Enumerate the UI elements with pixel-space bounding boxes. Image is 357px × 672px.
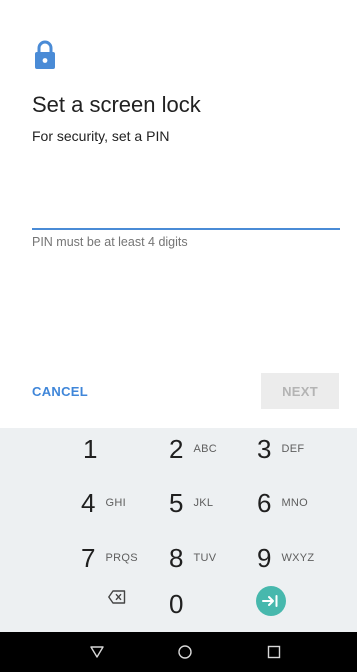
key-6-letters: MNO (281, 497, 309, 509)
back-triangle-icon[interactable] (89, 644, 105, 660)
lock-icon (35, 40, 55, 69)
key-7-number: 7 (81, 542, 96, 573)
home-circle-icon[interactable] (177, 644, 193, 660)
key-1-number: 1 (83, 433, 98, 464)
key-4[interactable]: 4 GHI (81, 483, 126, 523)
key-7-letters: PRQS (105, 552, 138, 564)
recents-square-icon[interactable] (266, 644, 282, 660)
key-6[interactable]: 6 MNO (257, 483, 308, 523)
key-2-letters: ABC (193, 443, 217, 455)
pin-input[interactable] (32, 200, 340, 230)
key-7[interactable]: 7 PRQS (81, 538, 138, 578)
key-0-number: 0 (169, 588, 184, 619)
key-1[interactable]: 1 (83, 429, 97, 469)
key-8-number: 8 (169, 542, 184, 573)
key-6-number: 6 (257, 487, 272, 518)
enter-key[interactable] (256, 586, 286, 616)
key-5-letters: JKL (193, 497, 214, 509)
cancel-button[interactable]: CANCEL (32, 384, 88, 399)
key-2-number: 2 (169, 433, 184, 464)
key-5[interactable]: 5 JKL (169, 483, 213, 523)
navigation-bar (0, 632, 357, 672)
key-0[interactable]: 0 (169, 584, 183, 624)
key-5-number: 5 (169, 487, 184, 518)
numeric-keypad: 1 2 ABC 3 DEF 4 GHI 5 JKL 6 MNO 7 PRQS 8… (0, 428, 357, 632)
key-3[interactable]: 3 DEF (257, 429, 304, 469)
key-8[interactable]: 8 TUV (169, 538, 216, 578)
key-8-letters: TUV (193, 552, 217, 564)
key-3-letters: DEF (281, 443, 305, 455)
backspace-icon[interactable] (108, 590, 126, 604)
next-button[interactable]: NEXT (261, 373, 339, 409)
enter-icon (262, 595, 278, 607)
key-9-number: 9 (257, 542, 272, 573)
key-4-number: 4 (81, 487, 96, 518)
key-3-number: 3 (257, 433, 272, 464)
key-2[interactable]: 2 ABC (169, 429, 217, 469)
page-subtitle: For security, set a PIN (32, 128, 170, 144)
key-4-letters: GHI (105, 497, 126, 509)
key-9[interactable]: 9 WXYZ (257, 538, 314, 578)
screen-lock-setup: Set a screen lock For security, set a PI… (0, 0, 357, 672)
pin-hint: PIN must be at least 4 digits (32, 235, 188, 249)
key-9-letters: WXYZ (281, 552, 315, 564)
page-title: Set a screen lock (32, 92, 201, 117)
